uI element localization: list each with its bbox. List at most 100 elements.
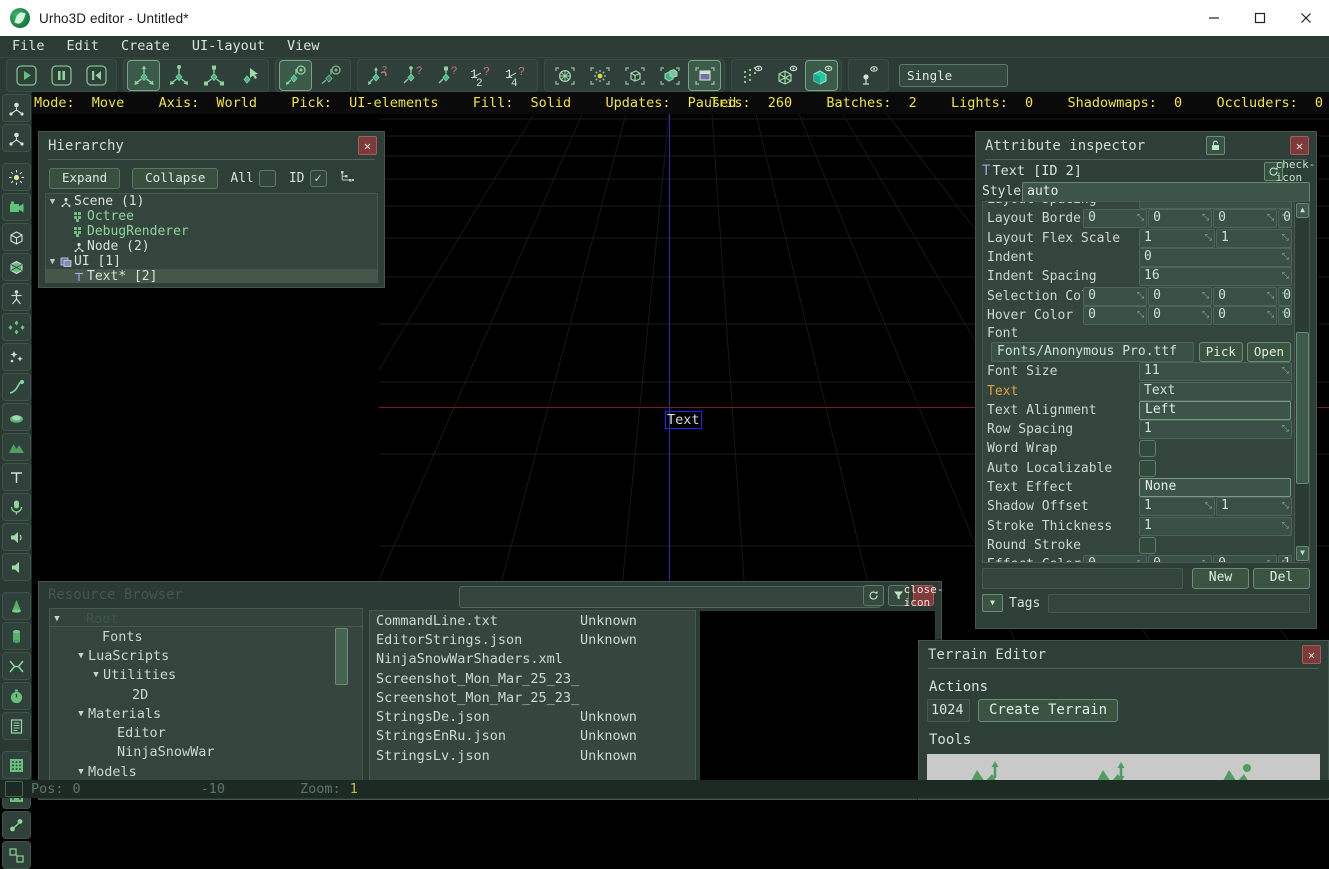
particle-emitter-icon[interactable] [2, 343, 31, 371]
scrollbar-thumb[interactable] [1296, 332, 1309, 484]
attr-row-word-wrap[interactable]: Word Wrap [983, 439, 1295, 458]
local-axis-icon[interactable] [314, 60, 347, 91]
light-icon[interactable] [2, 163, 31, 191]
snap-quarter-icon[interactable]: 1 4? [501, 60, 534, 91]
snap-scale-icon[interactable]: ? [431, 60, 464, 91]
file-row[interactable]: CommandLine.txt Unknown [370, 611, 695, 630]
attr-row-indent[interactable]: Indent 0 [983, 248, 1295, 268]
file-row[interactable]: EditorStrings.json Unknown [370, 630, 695, 649]
all-checkbox[interactable] [258, 169, 276, 187]
hierarchy-filter-icon[interactable] [340, 169, 355, 188]
rotate-gizmo-icon[interactable] [162, 60, 195, 91]
font-open-button[interactable]: Open [1246, 341, 1291, 362]
folder-row[interactable]: Fonts [50, 627, 362, 646]
refresh-icon[interactable] [863, 585, 884, 606]
file-row[interactable]: StringsLv.json Unknown [370, 746, 695, 765]
menu-edit[interactable]: Edit [56, 36, 111, 57]
animated-model-icon[interactable] [2, 283, 31, 311]
file-row[interactable]: NinjaSnowWarShaders.xml [370, 650, 695, 669]
attr-row-text[interactable]: Text Text [983, 381, 1295, 401]
attr-row-text-alignment[interactable]: Text Alignment Left [983, 400, 1295, 420]
attr-value-b[interactable]: 0 [1213, 305, 1278, 325]
attr-row-selection-color[interactable]: Selection Color 0 0 0 0 [983, 286, 1295, 306]
resource-search-input[interactable] [459, 586, 881, 608]
attr-value-a[interactable]: 0 [1278, 286, 1292, 306]
attr-value-x[interactable]: 1 [1139, 497, 1215, 517]
file-row[interactable]: StringsDe.json Unknown [370, 707, 695, 726]
attr-value-y[interactable]: 1 [1216, 497, 1292, 517]
folder-row[interactable]: ▼ LuaScripts [50, 646, 362, 665]
menu-create[interactable]: Create [110, 36, 181, 57]
sound-source-3d-icon[interactable] [2, 553, 31, 581]
tree-row-ui[interactable]: ▼ UI [1] [46, 254, 377, 269]
rewind-icon[interactable] [80, 60, 113, 91]
new-attribute-input[interactable] [982, 567, 1183, 589]
attr-row-text-effect[interactable]: Text Effect None [983, 478, 1295, 497]
attr-value-g[interactable]: 0 [1148, 286, 1213, 306]
billboard-set-icon[interactable] [2, 313, 31, 341]
font-resource-input[interactable]: Fonts/Anonymous Pro.ttf [991, 341, 1194, 362]
del-button[interactable]: Del [1253, 567, 1310, 589]
attr-row-auto-localizable[interactable]: Auto Localizable [983, 459, 1295, 478]
attr-value[interactable]: 0 [1139, 202, 1292, 210]
attr-value[interactable]: Text [1139, 381, 1292, 401]
file-row[interactable]: StringsEnRu.json Unknown [370, 727, 695, 746]
inspector-close-icon[interactable]: ✕ [1290, 136, 1309, 155]
folder-arrow[interactable]: ▼ [74, 709, 88, 719]
expand-arrow-scene[interactable]: ▼ [46, 197, 59, 207]
attr-value-x[interactable]: 0 [1083, 209, 1148, 229]
attr-value[interactable]: 1 [1139, 516, 1292, 536]
attr-value-x[interactable]: 1 [1139, 228, 1215, 248]
attr-row-layout-flex-scale[interactable]: Layout Flex Scale 1 1 [983, 228, 1295, 248]
menu-ui-layout[interactable]: UI-layout [181, 36, 276, 57]
id-checkbox[interactable]: ✓ [309, 169, 327, 187]
maximize-button[interactable] [1237, 0, 1283, 36]
attribute-list[interactable]: Layout Spacing 0 Layout Border 0 0 0 0 L… [982, 201, 1310, 563]
ribbon-trail-icon[interactable] [2, 373, 31, 401]
attr-value-b[interactable]: 0 [1213, 286, 1278, 306]
script-icon[interactable] [2, 712, 31, 740]
timer-icon[interactable] [2, 682, 31, 710]
folder-row[interactable]: ▼ Materials [50, 704, 362, 723]
text-effect-select[interactable]: None [1139, 478, 1291, 497]
attr-value-w[interactable]: 0 [1278, 209, 1292, 229]
pick-ui-elements-icon[interactable] [688, 60, 721, 91]
create-terrain-button[interactable]: Create Terrain [978, 699, 1119, 722]
cylinder-collider-icon[interactable] [2, 622, 31, 650]
attr-value[interactable]: 16 [1139, 267, 1292, 287]
round-stroke-checkbox[interactable] [1139, 536, 1156, 554]
text-alignment-select[interactable]: Left [1139, 400, 1291, 420]
terrain-close-icon[interactable]: ✕ [1302, 645, 1321, 664]
folder-row[interactable]: NinjaSnowWar [50, 743, 362, 762]
fill-wireframe-icon[interactable] [770, 60, 803, 91]
sound-listener-icon[interactable] [2, 523, 31, 551]
hierarchy-tree[interactable]: ▼ Scene (1) Octree DebugRenderer Node (2… [45, 193, 378, 283]
node-alt-icon[interactable] [2, 124, 31, 152]
crowd-agent-icon[interactable] [2, 811, 31, 839]
resource-tree-scrollbar[interactable] [335, 628, 348, 685]
pick-zones-icon[interactable] [618, 60, 651, 91]
expand-button[interactable]: Expand [49, 167, 121, 189]
folder-row[interactable]: Editor [50, 723, 362, 742]
debug-geometry-icon[interactable] [852, 60, 885, 91]
tags-input[interactable] [1048, 593, 1310, 613]
snap-rotate-icon[interactable]: ? [396, 60, 429, 91]
attr-value-g[interactable]: 0 [1148, 555, 1213, 562]
close-button[interactable] [1283, 0, 1329, 36]
attr-value-r[interactable]: 0 [1083, 305, 1148, 325]
attr-row-row-spacing[interactable]: Row Spacing 1 [983, 420, 1295, 440]
fill-solid-icon[interactable] [805, 60, 838, 91]
world-axis-icon[interactable] [279, 60, 312, 91]
tree-row-scene[interactable]: ▼ Scene (1) [46, 194, 377, 209]
check-icon[interactable]: check-icon [1276, 158, 1316, 184]
terrain-icon[interactable] [2, 433, 31, 461]
attr-value-a[interactable]: 0 [1278, 305, 1292, 325]
attr-value-r[interactable]: 0 [1083, 555, 1148, 562]
menu-file[interactable]: File [0, 36, 56, 57]
style-input[interactable]: auto [1022, 181, 1310, 202]
attr-value[interactable]: 1 [1139, 420, 1292, 440]
lock-icon[interactable] [1206, 136, 1226, 155]
attr-value-y[interactable]: 1 [1216, 228, 1292, 248]
viewport-layout-select[interactable]: Single [899, 64, 1008, 87]
inspector-scrollbar[interactable]: ▲ ▼ [1294, 202, 1309, 562]
